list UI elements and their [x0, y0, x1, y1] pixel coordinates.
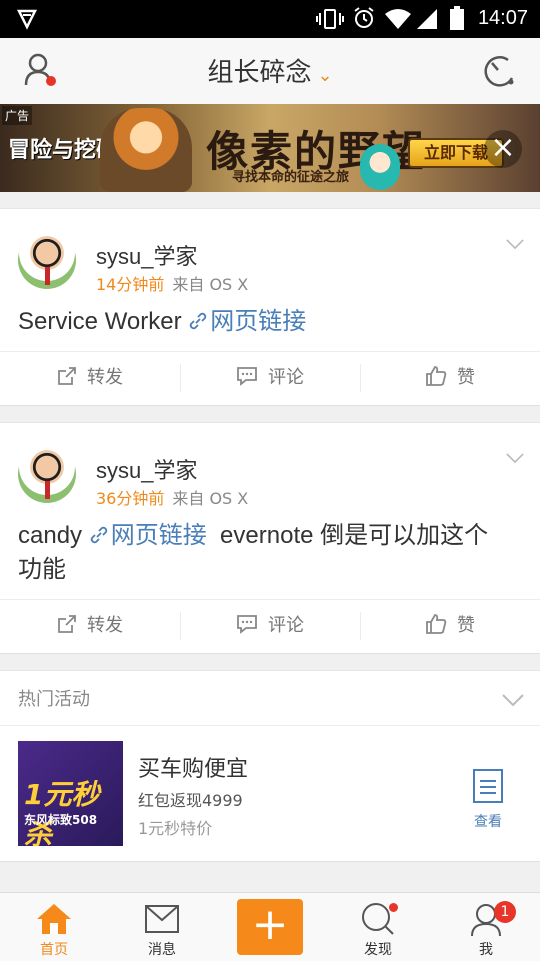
- web-link-label: 网页链接: [110, 522, 207, 549]
- tab-discover-label: 发现: [364, 942, 392, 958]
- document-icon: [473, 769, 503, 803]
- vibrate-icon: [316, 9, 344, 29]
- bottom-nav: 首页 消息 + 发现 1 我: [0, 892, 540, 961]
- home-icon: [37, 904, 71, 934]
- compose-button[interactable]: +: [237, 899, 303, 955]
- thumbnail-subline: 东风标致508: [24, 813, 98, 827]
- avatar[interactable]: [18, 231, 76, 289]
- alarm-icon: [354, 7, 374, 28]
- activity-desc: 红包返现4999: [138, 791, 243, 810]
- view-button[interactable]: 查看: [468, 769, 508, 831]
- app-shield-icon: [16, 9, 38, 30]
- post-text: candy 网页链接 evernote 倒是可以加这个功能: [18, 519, 510, 587]
- top-header: 组长碎念 ⌄: [0, 38, 540, 105]
- post-source: 来自 OS X: [172, 275, 249, 294]
- repost-icon: [58, 367, 76, 385]
- discover-notification-dot: [389, 903, 398, 912]
- comment-label: 评论: [268, 615, 304, 636]
- post-meta: 14分钟前 来自 OS X: [96, 271, 248, 295]
- like-label: 赞: [457, 367, 475, 388]
- thumbs-up-icon: [426, 614, 447, 634]
- wifi-icon: [385, 9, 411, 29]
- repost-button[interactable]: 转发: [0, 600, 180, 652]
- chevron-down-icon[interactable]: [506, 449, 524, 467]
- tab-messages[interactable]: 消息: [108, 893, 216, 961]
- post-actions: 转发 评论 赞: [0, 599, 540, 652]
- ad-tag: 广告: [2, 106, 33, 125]
- post-card: sysu_学家 14分钟前 来自 OS X Service Worker 网页链接…: [0, 208, 540, 406]
- chevron-down-icon[interactable]: [506, 235, 524, 253]
- repost-label: 转发: [87, 615, 123, 636]
- envelope-icon: [145, 905, 179, 933]
- notification-badge: 1: [494, 901, 516, 923]
- page-title: 组长碎念: [207, 58, 312, 88]
- status-bar: 14:07: [0, 0, 540, 38]
- post-meta: 36分钟前 来自 OS X: [96, 485, 248, 509]
- username[interactable]: sysu_学家: [96, 239, 197, 271]
- post-time: 36分钟前: [96, 489, 165, 508]
- group-title-dropdown[interactable]: 组长碎念 ⌄: [0, 52, 540, 89]
- activity-name[interactable]: 买车购便宜: [138, 751, 248, 783]
- tab-discover[interactable]: 发现: [324, 893, 432, 961]
- ad-banner[interactable]: 广告 冒险与挖矿 像素的野望 寻找本命的征途之旅 立即下载 ×: [0, 104, 540, 192]
- tab-home[interactable]: 首页: [0, 893, 108, 961]
- activity-thumbnail[interactable]: 1元秒杀 东风标致508: [18, 741, 123, 846]
- tab-me-label: 我: [479, 942, 493, 958]
- ad-close-button[interactable]: ×: [484, 130, 522, 168]
- tab-home-label: 首页: [40, 942, 68, 958]
- repost-button[interactable]: 转发: [0, 352, 180, 404]
- thumbnail-headline: 1元秒杀: [24, 778, 100, 846]
- avatar[interactable]: [18, 445, 76, 503]
- comment-icon: [237, 367, 257, 386]
- comment-icon: [237, 615, 257, 634]
- battery-icon: [450, 6, 464, 30]
- speed-dial-icon[interactable]: [482, 54, 518, 88]
- hot-activities-section: 热门活动 1元秒杀 东风标致508 买车购便宜 红包返现4999 1元秒特价 查…: [0, 670, 540, 862]
- clock: 14:07: [477, 7, 528, 29]
- comment-label: 评论: [268, 367, 304, 388]
- like-button[interactable]: 赞: [360, 600, 540, 652]
- activity-price: 1元秒特价: [138, 819, 213, 838]
- web-link[interactable]: 网页链接: [89, 522, 207, 549]
- web-link-label: 网页链接: [210, 308, 307, 335]
- comment-button[interactable]: 评论: [180, 600, 360, 652]
- comment-button[interactable]: 评论: [180, 352, 360, 404]
- thumbs-up-icon: [426, 366, 447, 386]
- username[interactable]: sysu_学家: [96, 453, 197, 485]
- ad-character-image: [100, 108, 192, 192]
- post-actions: 转发 评论 赞: [0, 351, 540, 404]
- post-source: 来自 OS X: [172, 489, 249, 508]
- web-link[interactable]: 网页链接: [188, 308, 306, 335]
- post-text: Service Worker 网页链接: [18, 305, 510, 339]
- ad-subline: 寻找本命的征途之旅: [232, 170, 350, 185]
- link-icon: [190, 312, 207, 330]
- repost-icon: [58, 615, 76, 633]
- post-text-before: Service Worker: [18, 308, 189, 335]
- view-label: 查看: [474, 814, 502, 830]
- signal-icon: [417, 9, 437, 29]
- chevron-down-icon: ⌄: [317, 65, 333, 86]
- post-time: 14分钟前: [96, 275, 165, 294]
- chevron-down-icon[interactable]: [502, 693, 524, 707]
- repost-label: 转发: [87, 367, 123, 388]
- ad-mascot-image: [360, 144, 400, 190]
- section-title: 热门活动: [18, 689, 90, 710]
- link-icon: [90, 526, 107, 544]
- post-text-before: candy: [18, 522, 89, 549]
- like-button[interactable]: 赞: [360, 352, 540, 404]
- post-card: sysu_学家 36分钟前 来自 OS X candy 网页链接 evernote…: [0, 422, 540, 654]
- like-label: 赞: [457, 615, 475, 636]
- tab-me[interactable]: 1 我: [432, 893, 540, 961]
- tab-messages-label: 消息: [148, 942, 176, 958]
